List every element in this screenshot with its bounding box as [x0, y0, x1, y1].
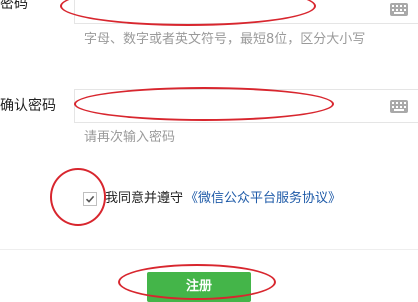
password-hint: 字母、数字或者英文符号，最短8位，区分大小写	[84, 32, 366, 47]
confirm-password-hint: 请再次输入密码	[84, 130, 176, 145]
check-icon	[85, 195, 95, 203]
password-input[interactable]	[75, 0, 418, 23]
register-button[interactable]: 注册	[147, 272, 251, 302]
password-field[interactable]	[74, 0, 418, 24]
password-label: 密码	[0, 0, 28, 12]
divider	[0, 249, 418, 250]
service-agreement-link[interactable]: 《微信公众平台服务协议》	[185, 191, 341, 207]
confirm-password-input[interactable]	[75, 90, 418, 122]
confirm-password-label: 确认密码	[0, 98, 56, 114]
keyboard-icon[interactable]	[390, 3, 408, 16]
keyboard-icon[interactable]	[390, 100, 408, 113]
confirm-password-field[interactable]	[74, 89, 418, 123]
annotation-circle-checkbox	[50, 168, 106, 226]
agree-checkbox[interactable]	[83, 192, 97, 206]
agree-text: 我同意并遵守	[105, 191, 184, 206]
